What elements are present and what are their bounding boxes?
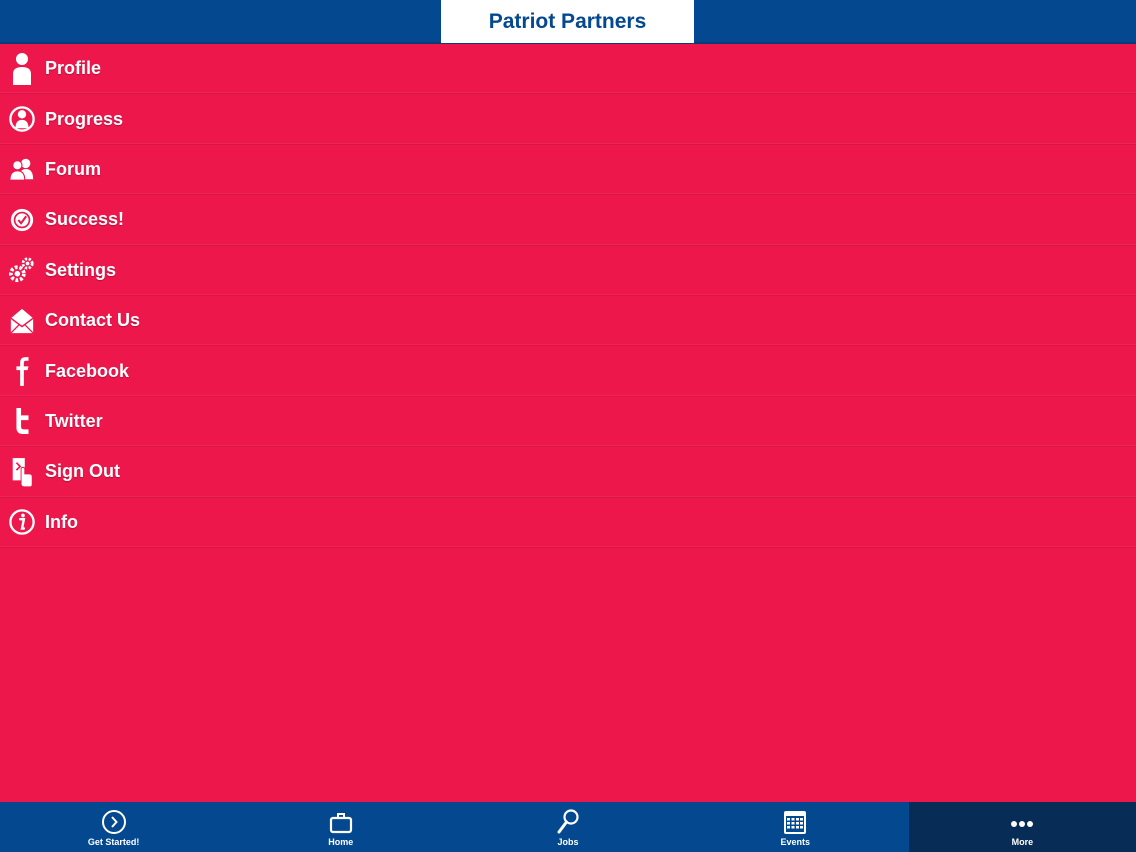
menu-item-success[interactable]: Success!	[0, 195, 1136, 246]
tab-more[interactable]: More	[908, 802, 1136, 852]
tab-label: Events	[780, 836, 810, 847]
tab-label: Jobs	[557, 836, 579, 847]
users-icon	[9, 152, 35, 186]
menu-item-label: Success!	[45, 209, 125, 230]
envelope-icon	[9, 304, 35, 338]
menu-item-contact-us[interactable]: Contact Us	[0, 296, 1136, 347]
tab-label: Get Started!	[87, 836, 140, 847]
menu-item-settings[interactable]: Settings	[0, 246, 1136, 296]
menu-item-info[interactable]: Info	[0, 498, 1136, 548]
progress-person-icon	[9, 102, 35, 136]
facebook-icon	[9, 354, 35, 388]
menu-item-label: Sign Out	[45, 461, 120, 482]
tab-home[interactable]: Home	[227, 802, 454, 852]
menu-item-label: Contact Us	[45, 310, 141, 331]
tab-label: Home	[328, 836, 354, 847]
menu-item-label: Facebook	[45, 360, 130, 381]
menu-item-label: Settings	[45, 259, 117, 280]
menu-item-label: Forum	[45, 158, 101, 179]
more-menu-list: Profile Progress Forum Success! Settings…	[0, 44, 1136, 802]
menu-item-facebook[interactable]: Facebook	[0, 346, 1136, 397]
twitter-icon	[9, 404, 35, 438]
menu-item-label: Twitter	[45, 410, 103, 431]
briefcase-icon	[328, 808, 354, 836]
app-title: Patriot Partners	[441, 0, 694, 43]
menu-item-label: Info	[45, 511, 78, 532]
play-circle-icon	[101, 808, 127, 836]
menu-item-label: Progress	[45, 108, 124, 129]
sign-out-icon	[9, 455, 35, 489]
more-dots-icon	[1009, 808, 1035, 836]
menu-item-forum[interactable]: Forum	[0, 145, 1136, 196]
tab-events[interactable]: Events	[682, 802, 909, 852]
menu-item-label: Profile	[45, 58, 102, 79]
gears-icon	[9, 253, 35, 287]
menu-item-twitter[interactable]: Twitter	[0, 397, 1136, 448]
person-icon	[9, 52, 35, 86]
badge-check-icon	[9, 203, 35, 237]
calendar-icon	[782, 808, 808, 836]
menu-item-profile[interactable]: Profile	[0, 44, 1136, 95]
info-icon	[9, 505, 35, 539]
tab-label: More	[1011, 836, 1034, 847]
menu-item-sign-out[interactable]: Sign Out	[0, 447, 1136, 498]
menu-item-progress[interactable]: Progress	[0, 94, 1136, 145]
top-bar: Patriot Partners	[0, 0, 1136, 44]
bottom-tab-bar: Get Started! Home Jobs Events More	[0, 802, 1136, 852]
magnifier-icon	[555, 808, 581, 836]
tab-get-started[interactable]: Get Started!	[0, 802, 227, 852]
tab-jobs[interactable]: Jobs	[454, 802, 681, 852]
